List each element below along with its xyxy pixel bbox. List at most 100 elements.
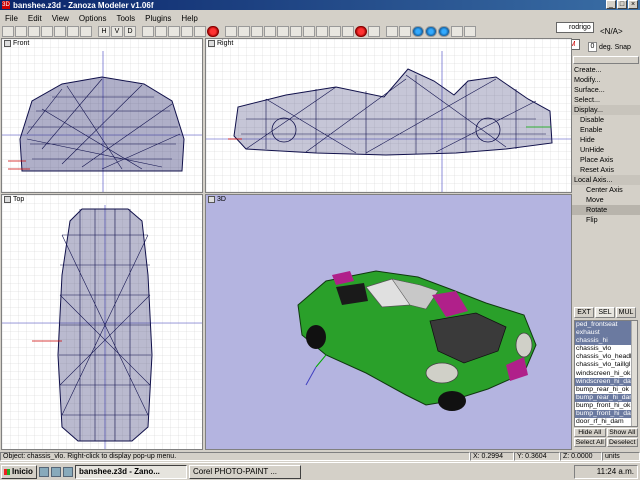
task-corel[interactable]: Corel PHOTO-PAINT ... xyxy=(189,464,301,479)
menu-tools[interactable]: Tools xyxy=(111,14,140,23)
new-file-icon[interactable] xyxy=(2,26,14,37)
viewport-menu-icon[interactable] xyxy=(4,196,11,203)
cmd-rotate[interactable]: Rotate xyxy=(572,205,640,215)
list-item[interactable]: exhaust xyxy=(575,329,637,338)
save-icon[interactable] xyxy=(28,26,40,37)
list-item[interactable]: bump_front_hi_dam xyxy=(575,410,637,419)
viewport-front[interactable]: Front xyxy=(1,38,203,193)
viewport-menu-icon[interactable] xyxy=(4,40,11,47)
hide-button[interactable]: H xyxy=(98,26,110,37)
z-lock-icon[interactable] xyxy=(355,26,367,37)
title-bar[interactable]: 3D banshee.z3d - Zanoza Modeler v1.06f _… xyxy=(0,0,640,10)
axis-x-icon[interactable] xyxy=(303,26,315,37)
list-item[interactable]: bump_rear_hi_dam xyxy=(575,393,637,402)
paste-icon[interactable] xyxy=(80,26,92,37)
menu-view[interactable]: View xyxy=(47,14,74,23)
viewport-right[interactable]: Right xyxy=(205,38,572,193)
cmd-move[interactable]: Move xyxy=(572,195,640,205)
orbit-icon[interactable] xyxy=(251,26,263,37)
sphere-red-icon[interactable] xyxy=(207,26,219,37)
hand-pan-icon[interactable] xyxy=(238,26,250,37)
cmd-place-axis[interactable]: Place Axis xyxy=(572,155,640,165)
minimize-button[interactable]: _ xyxy=(606,0,616,9)
tab-mul[interactable]: MUL xyxy=(616,307,636,318)
start-button[interactable]: Inicio xyxy=(1,464,37,479)
bounding-box-icon[interactable] xyxy=(386,26,398,37)
viewport-top[interactable]: Top xyxy=(1,194,203,450)
task-zanoza[interactable]: banshee.z3d - Zano... xyxy=(75,464,187,479)
list-scrollbar[interactable] xyxy=(631,321,637,426)
list-item[interactable]: chassis_vlo xyxy=(575,345,637,353)
list-item[interactable]: bump_rear_hi_ok xyxy=(575,386,637,394)
cmd-create[interactable]: Create... xyxy=(572,65,640,75)
grid-icon[interactable] xyxy=(368,26,380,37)
viewport-menu-icon[interactable] xyxy=(208,40,215,47)
select-arrow-icon[interactable] xyxy=(142,26,154,37)
viewport-3d[interactable]: 3D xyxy=(205,194,572,450)
cmd-modify[interactable]: Modify... xyxy=(572,75,640,85)
view-button[interactable]: V xyxy=(111,26,123,37)
select-all-button[interactable]: Select All xyxy=(574,438,606,447)
list-item[interactable]: windscreen_hi_ok xyxy=(575,370,637,378)
cmd-hide[interactable]: Hide xyxy=(572,135,640,145)
cmd-enable[interactable]: Enable xyxy=(572,125,640,135)
hide-all-button[interactable]: Hide All xyxy=(574,428,606,437)
save-as-icon[interactable] xyxy=(41,26,53,37)
menu-edit[interactable]: Edit xyxy=(23,14,47,23)
list-item[interactable]: bump_front_hi_ok xyxy=(575,402,637,410)
deselect-button[interactable]: Deselect xyxy=(606,438,638,447)
axis-z-icon[interactable] xyxy=(329,26,341,37)
tab-sel[interactable]: SEL xyxy=(595,307,615,318)
menu-options[interactable]: Options xyxy=(74,14,112,23)
cone-icon[interactable] xyxy=(438,26,450,37)
cmd-disable[interactable]: Disable xyxy=(572,115,640,125)
list-item[interactable]: chassis_vlo_headl xyxy=(575,353,637,361)
list-item[interactable]: door_rf_hi_dam xyxy=(575,418,637,426)
rotate-tool-icon[interactable] xyxy=(194,26,206,37)
cmd-local-axis[interactable]: Local Axis... xyxy=(572,175,640,185)
camera-icon[interactable] xyxy=(277,26,289,37)
list-item[interactable]: chassis_vlo_taillgl xyxy=(575,361,637,369)
object-list[interactable]: ped_frontseat exhaust chassis_hi chassis… xyxy=(574,320,638,427)
panel-scroll-up-icon[interactable] xyxy=(573,56,639,64)
teapot-icon[interactable] xyxy=(464,26,476,37)
open-file-icon[interactable] xyxy=(15,26,27,37)
tab-ext[interactable]: EXT xyxy=(574,307,594,318)
cube-icon[interactable] xyxy=(399,26,411,37)
snap-value[interactable]: 0 xyxy=(588,42,597,52)
quicklaunch-desktop-icon[interactable] xyxy=(39,466,49,477)
copy-icon[interactable] xyxy=(67,26,79,37)
menu-file[interactable]: File xyxy=(0,14,23,23)
cmd-select[interactable]: Select... xyxy=(572,95,640,105)
show-all-button[interactable]: Show All xyxy=(606,428,638,437)
cut-icon[interactable] xyxy=(54,26,66,37)
cmd-reset-axis[interactable]: Reset Axis xyxy=(572,165,640,175)
viewport-menu-icon[interactable] xyxy=(208,196,215,203)
zoom-extents-icon[interactable] xyxy=(264,26,276,37)
quicklaunch-browser-icon[interactable] xyxy=(51,466,61,477)
cmd-flip[interactable]: Flip xyxy=(572,215,640,225)
list-item[interactable]: chassis_hi xyxy=(575,337,637,346)
cube-tool-icon[interactable] xyxy=(155,26,167,37)
cmd-unhide[interactable]: UnHide xyxy=(572,145,640,155)
cmd-surface[interactable]: Surface... xyxy=(572,85,640,95)
cmd-display[interactable]: Display... xyxy=(572,105,640,115)
cmd-center-axis[interactable]: Center Axis xyxy=(572,185,640,195)
list-item[interactable]: windscreen_hi_dam xyxy=(575,377,637,386)
menu-help[interactable]: Help xyxy=(176,14,202,23)
maximize-button[interactable]: □ xyxy=(617,0,627,9)
move-tool-icon[interactable] xyxy=(181,26,193,37)
quicklaunch-folder-icon[interactable] xyxy=(63,466,73,477)
vertex-icon[interactable] xyxy=(342,26,354,37)
plane-icon[interactable] xyxy=(451,26,463,37)
zoom-icon[interactable] xyxy=(225,26,237,37)
sphere-shaded-icon[interactable] xyxy=(412,26,424,37)
mesh-tool-icon[interactable] xyxy=(168,26,180,37)
close-button[interactable]: × xyxy=(628,0,638,9)
cylinder-icon[interactable] xyxy=(425,26,437,37)
axis-y-icon[interactable] xyxy=(316,26,328,37)
display-button[interactable]: D xyxy=(124,26,136,37)
light-icon[interactable] xyxy=(290,26,302,37)
list-item[interactable]: ped_frontseat xyxy=(575,321,637,330)
menu-plugins[interactable]: Plugins xyxy=(140,14,176,23)
